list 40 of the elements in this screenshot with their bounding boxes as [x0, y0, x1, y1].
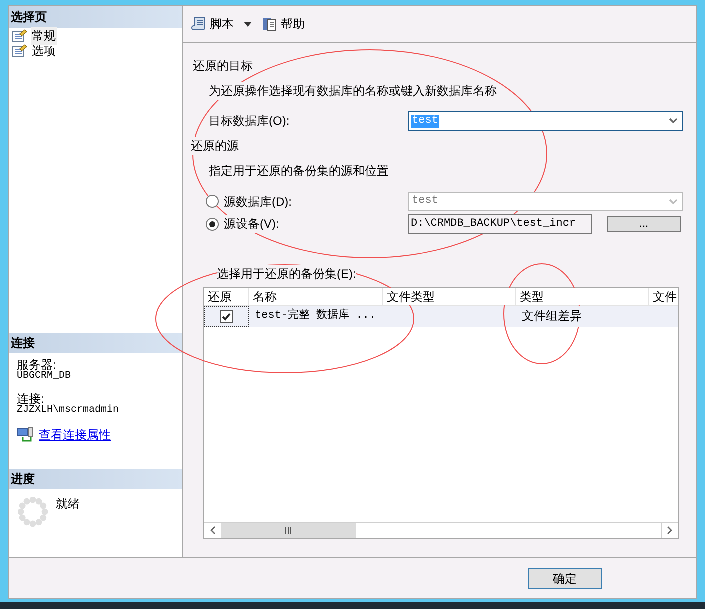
section-description: 为还原操作选择现有数据库的名称或键入新数据库名称	[209, 82, 497, 100]
chevron-right-icon	[667, 526, 673, 535]
radio-label[interactable]: 源设备(V):	[224, 215, 280, 233]
progress-status: 就绪	[56, 496, 80, 513]
browse-button[interactable]: ...	[607, 216, 681, 232]
page-icon	[12, 28, 28, 42]
radio-button[interactable]	[206, 195, 219, 208]
chevron-left-icon	[210, 526, 216, 535]
section-header: 选择页	[11, 9, 47, 26]
toolbar-button[interactable]: 脚本	[191, 14, 234, 34]
caret-icon	[244, 22, 252, 26]
toolbar-button[interactable]: 帮助	[262, 14, 305, 34]
radio-label[interactable]: 源数据库(D):	[224, 192, 292, 210]
sidebar-item[interactable]: 常规	[31, 26, 57, 44]
section-header: 进度	[11, 471, 35, 488]
page-icon	[12, 44, 28, 58]
grid-label: 选择用于还原的备份集(E):	[217, 265, 356, 283]
sidebar-item[interactable]: 选项	[31, 42, 57, 60]
connection-label: 连接:	[17, 393, 44, 405]
server-label: 服务器:	[17, 359, 56, 371]
chevron-down-icon	[669, 198, 678, 204]
horizontal-scrollbar[interactable]	[204, 522, 678, 538]
network-icon	[17, 427, 35, 443]
ok-button[interactable]: 确定	[528, 568, 602, 589]
source-database-dropdown[interactable]: test	[408, 192, 683, 211]
section-heading: 还原的目标	[193, 57, 253, 75]
connection-user: ZJZXLH\mscrmadmin	[17, 405, 120, 416]
server-name: UBGCRM_DB	[17, 371, 72, 382]
radio-button[interactable]	[206, 218, 219, 230]
document-icon	[262, 16, 278, 32]
spinner-icon	[18, 497, 48, 527]
scroll-icon	[191, 16, 207, 32]
section-header: 连接	[11, 335, 35, 352]
chevron-down-icon	[669, 118, 678, 124]
connection-properties-link[interactable]: 查看连接属性	[39, 426, 111, 444]
device-path-field[interactable]: D:\CRMDB_BACKUP\test_incr	[408, 214, 592, 234]
grip-icon	[285, 527, 292, 534]
section-description: 指定用于还原的备份集的源和位置	[209, 162, 389, 180]
checkbox[interactable]	[220, 310, 233, 323]
section-heading: 还原的源	[191, 137, 239, 155]
